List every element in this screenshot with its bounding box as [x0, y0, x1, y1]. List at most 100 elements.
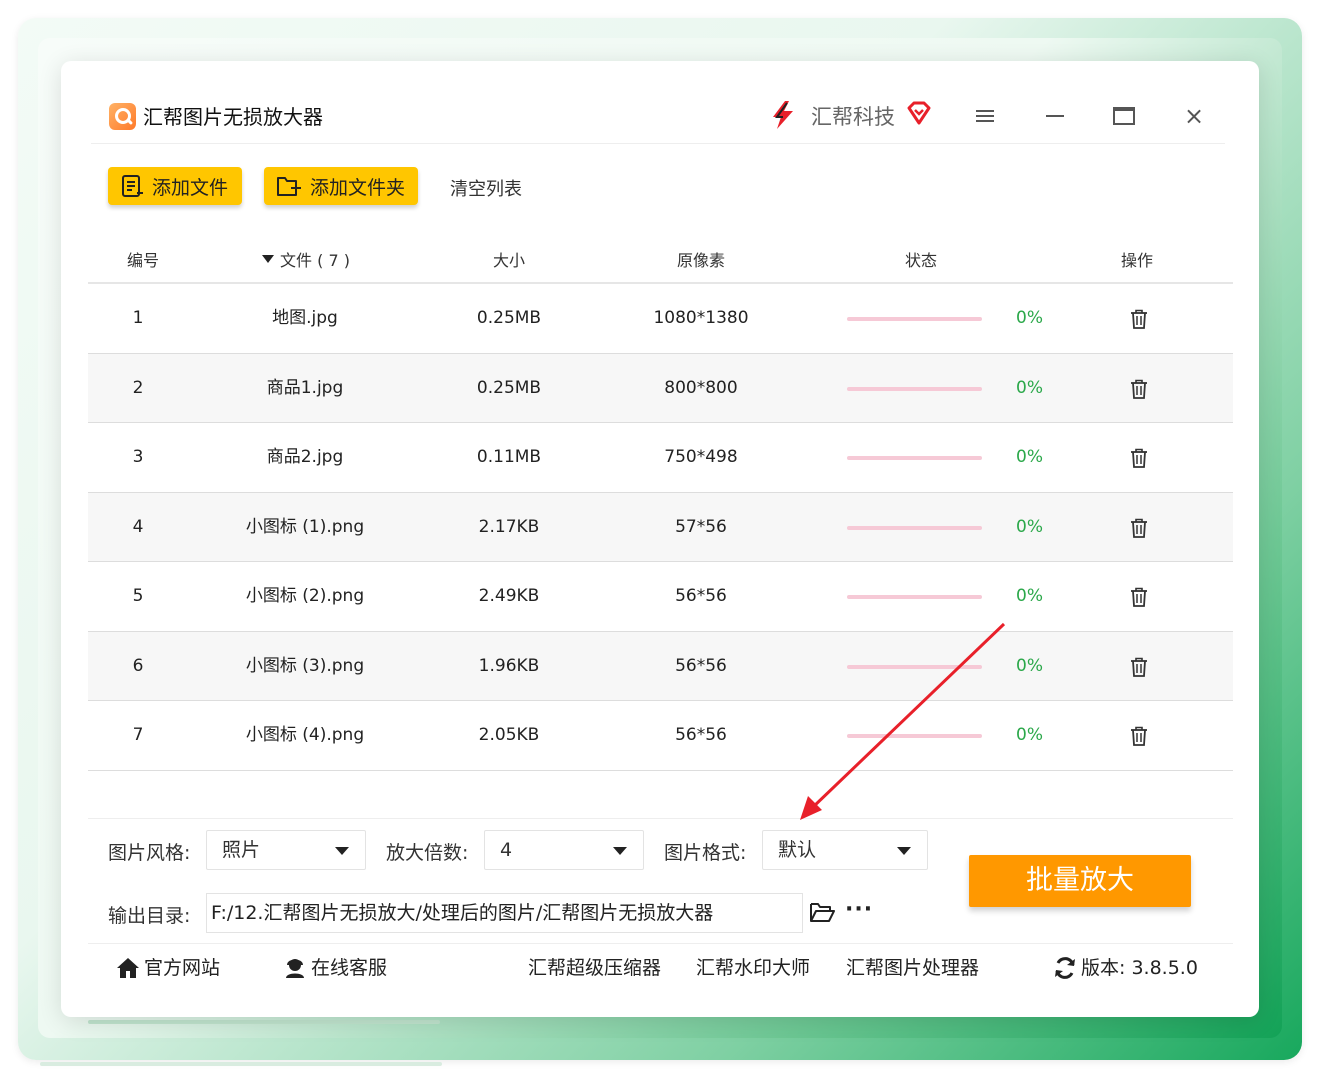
header-size: 大小	[492, 251, 525, 270]
row-index: 5	[132, 586, 144, 606]
row-pixels: 56*56	[675, 725, 727, 745]
version-info[interactable]: 版本: 3.8.5.0	[1053, 955, 1198, 981]
table-row[interactable]: 6 小图标 (3).png 1.96KB 56*56 0%	[88, 631, 1233, 701]
row-size: 0.25MB	[476, 308, 542, 328]
scale-select-value: 4	[500, 839, 513, 861]
add-file-icon	[122, 175, 143, 197]
support-agent-icon	[286, 959, 304, 978]
app-window: 汇帮图片无损放大器 汇帮科技 × 添加文件 添加文件夹 清空列表 编号 文件 (…	[61, 61, 1259, 1017]
trash-icon[interactable]	[1130, 657, 1148, 677]
diamond-badge-icon[interactable]	[906, 101, 932, 125]
header-file-label: 文件 ( 7 )	[280, 251, 350, 270]
row-pixels: 56*56	[675, 655, 727, 676]
decorative-line	[88, 1020, 440, 1024]
row-size: 0.25MB	[476, 377, 542, 398]
minimize-icon[interactable]	[1040, 101, 1070, 131]
folder-open-icon[interactable]	[809, 901, 835, 923]
header-action: 操作	[1120, 251, 1153, 270]
add-folder-button[interactable]: 添加文件夹	[264, 167, 418, 205]
menu-icon[interactable]	[970, 101, 1000, 131]
settings-divider	[88, 818, 1233, 819]
progress-percent: 0%	[1016, 586, 1043, 606]
app-title: 汇帮图片无损放大器	[143, 105, 323, 129]
row-index: 4	[132, 516, 144, 537]
batch-enlarge-button[interactable]: 批量放大	[969, 855, 1191, 907]
maximize-icon[interactable]	[1109, 101, 1139, 131]
footer-divider	[88, 943, 1233, 944]
progress-bar	[847, 456, 982, 460]
row-size: 1.96KB	[478, 655, 540, 676]
online-support-link[interactable]: 在线客服	[283, 955, 387, 981]
progress-bar	[847, 317, 982, 321]
app-logo-icon	[109, 103, 136, 130]
chevron-down-icon	[335, 847, 349, 855]
trash-icon[interactable]	[1130, 379, 1148, 399]
table-row[interactable]: 2 商品1.jpg 0.25MB 800*800 0%	[88, 353, 1233, 423]
table-row[interactable]: 4 小图标 (1).png 2.17KB 57*56 0%	[88, 492, 1233, 562]
progress-bar	[847, 664, 982, 669]
row-pixels: 750*498	[664, 447, 738, 467]
brand-name: 汇帮科技	[811, 105, 895, 129]
row-pixels: 800*800	[664, 377, 738, 398]
trash-icon[interactable]	[1130, 309, 1148, 329]
row-file-name: 商品1.jpg	[266, 377, 344, 398]
row-size: 2.49KB	[478, 586, 540, 606]
progress-percent: 0%	[1016, 308, 1043, 328]
format-select[interactable]: 默认	[762, 830, 928, 870]
more-options-icon[interactable]: ···	[845, 897, 873, 922]
row-index: 6	[132, 655, 144, 676]
row-index: 2	[132, 377, 144, 398]
trash-icon[interactable]	[1130, 587, 1148, 607]
row-size: 2.17KB	[478, 516, 540, 537]
table-row[interactable]: 3 商品2.jpg 0.11MB 750*498 0%	[88, 423, 1233, 493]
progress-bar	[847, 386, 982, 391]
row-pixels: 56*56	[675, 586, 727, 606]
progress-bar	[847, 525, 982, 530]
trash-icon[interactable]	[1130, 518, 1148, 538]
progress-bar	[847, 734, 982, 738]
row-file-name: 小图标 (2).png	[245, 586, 365, 606]
image-processor-link[interactable]: 汇帮图片处理器	[846, 955, 979, 981]
format-select-value: 默认	[778, 839, 817, 861]
style-select[interactable]: 照片	[206, 830, 366, 870]
add-folder-icon	[277, 177, 301, 196]
row-pixels: 1080*1380	[653, 308, 749, 328]
scale-select[interactable]: 4	[484, 830, 644, 870]
output-label: 输出目录:	[108, 905, 191, 927]
compressor-link[interactable]: 汇帮超级压缩器	[528, 955, 661, 981]
chevron-down-icon	[897, 847, 911, 855]
watermark-link[interactable]: 汇帮水印大师	[696, 955, 810, 981]
add-file-button[interactable]: 添加文件	[108, 167, 242, 205]
table-row[interactable]: 5 小图标 (2).png 2.49KB 56*56 0%	[88, 562, 1233, 632]
row-size: 0.11MB	[476, 447, 542, 467]
output-path-input[interactable]: F:/12.汇帮图片无损放大/处理后的图片/汇帮图片无损放大器	[206, 893, 803, 933]
official-website-label: 官方网站	[144, 957, 221, 979]
row-index: 1	[132, 308, 144, 328]
header-file[interactable]: 文件 ( 7 )	[231, 247, 381, 271]
table-row[interactable]: 7 小图标 (4).png 2.05KB 56*56 0%	[88, 701, 1233, 771]
title-divider	[91, 143, 1225, 144]
table-row[interactable]: 1 地图.jpg 0.25MB 1080*1380 0%	[88, 284, 1233, 354]
add-file-label: 添加文件	[152, 176, 229, 199]
header-pixels: 原像素	[676, 251, 725, 270]
scale-label: 放大倍数:	[386, 842, 469, 864]
trash-icon[interactable]	[1130, 448, 1148, 468]
refresh-icon	[1055, 957, 1075, 979]
progress-percent: 0%	[1016, 377, 1043, 398]
style-label: 图片风格:	[108, 842, 191, 864]
style-select-value: 照片	[222, 839, 261, 861]
online-support-label: 在线客服	[311, 957, 388, 979]
header-status: 状态	[904, 251, 937, 270]
progress-percent: 0%	[1016, 655, 1043, 676]
official-website-link[interactable]: 官方网站	[116, 955, 220, 981]
row-index: 7	[132, 725, 144, 745]
header-index: 编号	[126, 251, 159, 270]
row-file-name: 小图标 (4).png	[245, 725, 365, 745]
home-icon	[117, 958, 139, 978]
close-icon[interactable]: ×	[1179, 101, 1209, 131]
progress-percent: 0%	[1016, 447, 1043, 467]
trash-icon[interactable]	[1130, 726, 1148, 746]
add-folder-label: 添加文件夹	[310, 176, 406, 199]
progress-percent: 0%	[1016, 725, 1043, 745]
clear-list-button[interactable]: 清空列表	[450, 175, 522, 201]
